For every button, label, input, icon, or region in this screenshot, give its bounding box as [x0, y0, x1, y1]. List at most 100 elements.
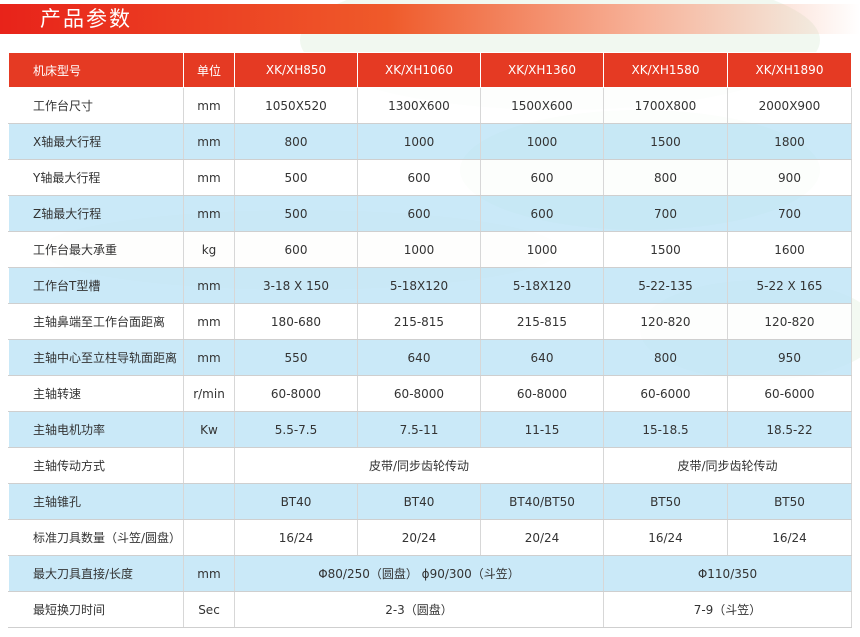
value-cell: 2000X900: [727, 87, 852, 124]
value-cell: 60-8000: [357, 375, 481, 412]
table-row: 主轴传动方式 皮带/同步齿轮传动 皮带/同步齿轮传动: [8, 447, 852, 484]
unit-cell: mm: [183, 339, 235, 376]
value-cell: 7.5-11: [357, 411, 481, 448]
value-cell: 16/24: [603, 519, 728, 556]
value-cell: 20/24: [357, 519, 481, 556]
value-cell: 1000: [357, 231, 481, 268]
row-label: 主轴转速: [8, 375, 184, 412]
table-row: 工作台T型槽 mm 3-18 X 150 5-18X120 5-18X120 5…: [8, 267, 852, 304]
unit-cell: kg: [183, 231, 235, 268]
value-cell: 1500: [603, 123, 728, 160]
row-label: Y轴最大行程: [8, 159, 184, 196]
value-cell: 60-6000: [727, 375, 852, 412]
header-cell: XK/XH1360: [480, 52, 604, 88]
table-row: 标准刀具数量（斗笠/圆盘） 16/24 20/24 20/24 16/24 16…: [8, 519, 852, 556]
value-cell: 550: [234, 339, 358, 376]
unit-cell: Sec: [183, 591, 235, 628]
value-cell: 5.5-7.5: [234, 411, 358, 448]
header-cell: 机床型号: [8, 52, 184, 88]
header-cell: XK/XH1890: [727, 52, 852, 88]
table-row: X轴最大行程 mm 800 1000 1000 1500 1800: [8, 123, 852, 160]
value-cell: 16/24: [234, 519, 358, 556]
value-cell: 600: [480, 159, 604, 196]
row-label: 工作台T型槽: [8, 267, 184, 304]
unit-cell: mm: [183, 555, 235, 592]
table-row: 最大刀具直接/长度 mm Φ80/250（圆盘） ɸ90/300（斗笠） Φ11…: [8, 555, 852, 592]
value-cell: 180-680: [234, 303, 358, 340]
value-cell: 120-820: [603, 303, 728, 340]
value-cell: BT40: [234, 483, 358, 520]
value-cell: 1500: [603, 231, 728, 268]
table-row: Z轴最大行程 mm 500 600 600 700 700: [8, 195, 852, 232]
unit-cell: mm: [183, 123, 235, 160]
value-cell: 700: [727, 195, 852, 232]
value-cell: 60-8000: [480, 375, 604, 412]
value-cell: 3-18 X 150: [234, 267, 358, 304]
row-label: 主轴中心至立柱导轨面距离: [8, 339, 184, 376]
unit-cell: Kw: [183, 411, 235, 448]
unit-cell: mm: [183, 267, 235, 304]
value-cell: 900: [727, 159, 852, 196]
value-cell: BT40/BT50: [480, 483, 604, 520]
value-cell: 60-6000: [603, 375, 728, 412]
value-cell: 800: [603, 339, 728, 376]
header-cell: XK/XH1060: [357, 52, 481, 88]
spec-table: 机床型号 单位 XK/XH850 XK/XH1060 XK/XH1360 XK/…: [8, 52, 852, 628]
value-cell: 120-820: [727, 303, 852, 340]
table-row: 主轴电机功率 Kw 5.5-7.5 7.5-11 11-15 15-18.5 1…: [8, 411, 852, 448]
row-label: 主轴鼻端至工作台面距离: [8, 303, 184, 340]
value-cell: 5-22 X 165: [727, 267, 852, 304]
value-cell: 5-18X120: [480, 267, 604, 304]
table-row: 最短换刀时间 Sec 2-3（圆盘） 7-9（斗笠）: [8, 591, 852, 628]
value-cell: 1600: [727, 231, 852, 268]
unit-cell: mm: [183, 303, 235, 340]
row-label: X轴最大行程: [8, 123, 184, 160]
value-cell: 800: [234, 123, 358, 160]
unit-cell: [183, 483, 235, 520]
value-cell: 5-18X120: [357, 267, 481, 304]
header-cell: XK/XH850: [234, 52, 358, 88]
value-cell: 皮带/同步齿轮传动: [234, 447, 604, 484]
value-cell: 500: [234, 195, 358, 232]
table-row: 主轴锥孔 BT40 BT40 BT40/BT50 BT50 BT50: [8, 483, 852, 520]
value-cell: 1300X600: [357, 87, 481, 124]
row-label: 最大刀具直接/长度: [8, 555, 184, 592]
table-header-row: 机床型号 单位 XK/XH850 XK/XH1060 XK/XH1360 XK/…: [8, 52, 852, 88]
row-label: 标准刀具数量（斗笠/圆盘）: [8, 519, 184, 556]
value-cell: 215-815: [357, 303, 481, 340]
table-row: 工作台尺寸 mm 1050X520 1300X600 1500X600 1700…: [8, 87, 852, 124]
value-cell: BT40: [357, 483, 481, 520]
value-cell: Φ110/350: [603, 555, 852, 592]
unit-cell: [183, 447, 235, 484]
value-cell: 640: [357, 339, 481, 376]
value-cell: 600: [357, 195, 481, 232]
value-cell: 5-22-135: [603, 267, 728, 304]
value-cell: 1500X600: [480, 87, 604, 124]
value-cell: 16/24: [727, 519, 852, 556]
value-cell: 18.5-22: [727, 411, 852, 448]
value-cell: 60-8000: [234, 375, 358, 412]
value-cell: 600: [234, 231, 358, 268]
unit-cell: [183, 519, 235, 556]
table-row: 工作台最大承重 kg 600 1000 1000 1500 1600: [8, 231, 852, 268]
unit-cell: mm: [183, 195, 235, 232]
value-cell: 215-815: [480, 303, 604, 340]
table-row: Y轴最大行程 mm 500 600 600 800 900: [8, 159, 852, 196]
row-label: 主轴传动方式: [8, 447, 184, 484]
row-label: 工作台尺寸: [8, 87, 184, 124]
row-label: 主轴电机功率: [8, 411, 184, 448]
value-cell: 7-9（斗笠）: [603, 591, 852, 628]
unit-cell: mm: [183, 87, 235, 124]
row-label: 工作台最大承重: [8, 231, 184, 268]
value-cell: Φ80/250（圆盘） ɸ90/300（斗笠）: [234, 555, 604, 592]
value-cell: BT50: [603, 483, 728, 520]
table-row: 主轴转速 r/min 60-8000 60-8000 60-8000 60-60…: [8, 375, 852, 412]
value-cell: 皮带/同步齿轮传动: [603, 447, 852, 484]
value-cell: 15-18.5: [603, 411, 728, 448]
row-label: 主轴锥孔: [8, 483, 184, 520]
value-cell: 950: [727, 339, 852, 376]
value-cell: 1000: [480, 123, 604, 160]
value-cell: 800: [603, 159, 728, 196]
value-cell: 11-15: [480, 411, 604, 448]
row-label: Z轴最大行程: [8, 195, 184, 232]
